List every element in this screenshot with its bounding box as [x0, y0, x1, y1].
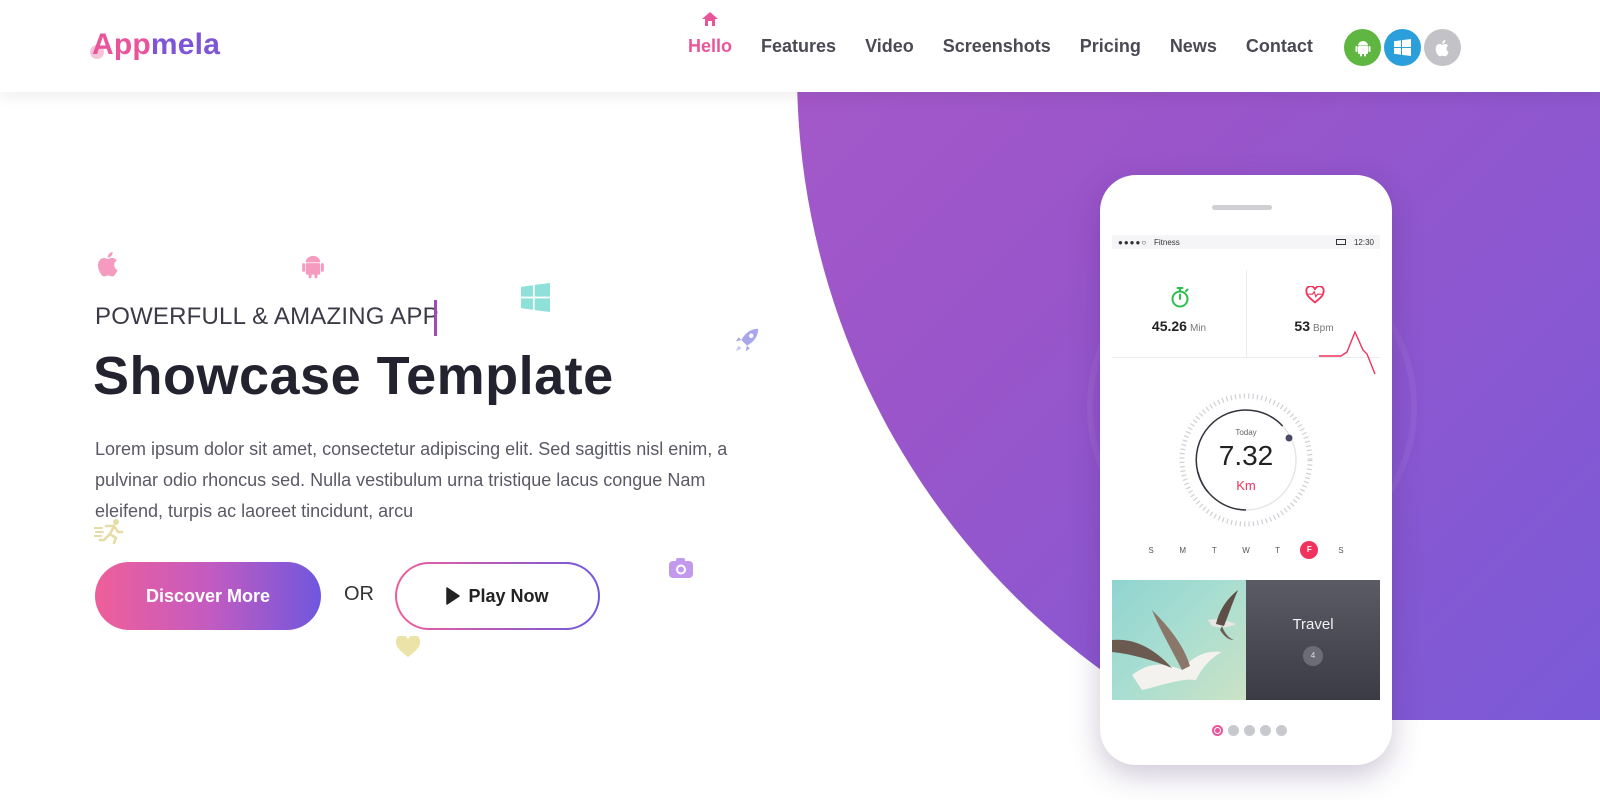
- weekday[interactable]: S: [1142, 546, 1160, 555]
- nav-item-screenshots[interactable]: Screenshots: [943, 36, 1051, 57]
- travel-tile-label: Travel: [1292, 616, 1334, 633]
- nav-item-label: News: [1169, 36, 1217, 56]
- main-nav: Hello Features Video Screenshots Pricing…: [688, 12, 1342, 57]
- signal-dots: ●●●●○: [1118, 238, 1148, 247]
- weekday[interactable]: M: [1174, 546, 1192, 555]
- weekday[interactable]: S: [1332, 546, 1350, 555]
- nav-item-features[interactable]: Features: [761, 36, 836, 57]
- floating-apple-icon: [97, 252, 118, 277]
- hero-eyebrow: POWERFULL & AMAZING APP: [95, 303, 439, 330]
- floating-camera-icon: [669, 558, 693, 578]
- android-icon: [1355, 40, 1370, 56]
- nav-item-label: Contact: [1245, 36, 1313, 56]
- fitness-stats: 45.26 Min 53 Bpm: [1112, 270, 1380, 375]
- brand-name-part2: mela: [150, 28, 221, 61]
- dial-unit: Km: [1236, 478, 1256, 493]
- nav-item-label: Features: [761, 36, 837, 56]
- floating-runner-icon: [94, 519, 124, 544]
- android-store-button[interactable]: [1344, 29, 1381, 66]
- stat-heart-rate: 53 Bpm: [1246, 270, 1380, 375]
- seagull-illustration: [1112, 590, 1238, 690]
- weekday-selected[interactable]: F: [1300, 541, 1319, 559]
- battery-icon: [1336, 239, 1346, 245]
- pager-dot[interactable]: [1260, 725, 1271, 736]
- floating-rocket-icon: [735, 328, 759, 352]
- dial-value: 7.32: [1218, 440, 1274, 471]
- stat-duration-number: 45.26: [1151, 318, 1187, 334]
- nav-item-label: Screenshots: [942, 36, 1051, 56]
- brand-logo[interactable]: Appmela: [90, 28, 221, 62]
- home-icon: [702, 12, 718, 26]
- logo-dot: [90, 45, 104, 59]
- typing-cursor: [434, 300, 437, 336]
- pager-dot[interactable]: [1228, 725, 1239, 736]
- heart-icon: [1305, 286, 1325, 304]
- status-app-name: Fitness: [1154, 238, 1180, 247]
- hero-description: Lorem ipsum dolor sit amet, consectetur …: [95, 439, 728, 521]
- nav-item-video[interactable]: Video: [865, 36, 914, 57]
- play-now-label: Play Now: [468, 585, 549, 606]
- seagull-photo: [1112, 580, 1246, 700]
- weekday[interactable]: W: [1237, 546, 1255, 555]
- floating-android-icon: [302, 255, 324, 279]
- discover-more-button[interactable]: Discover More: [95, 562, 321, 630]
- weekday[interactable]: T: [1269, 546, 1287, 555]
- weekday-selector: S M T W T F S: [1142, 541, 1350, 559]
- status-time: 12:30: [1353, 238, 1374, 247]
- play-now-button[interactable]: Play Now: [395, 562, 600, 630]
- hero-title: Showcase Template: [93, 346, 614, 406]
- nav-item-hello[interactable]: Hello: [688, 12, 733, 57]
- windows-store-button[interactable]: [1384, 29, 1421, 66]
- site-header: Appmela Hello Features Video Screenshots…: [0, 0, 1600, 92]
- nav-item-contact[interactable]: Contact: [1246, 36, 1313, 57]
- stat-heart-rate-number: 53: [1294, 318, 1310, 334]
- apple-store-button[interactable]: [1424, 29, 1461, 66]
- or-separator: OR: [344, 583, 374, 605]
- distance-dial: Today 7.32 Km: [1176, 390, 1316, 530]
- pager-dot-active[interactable]: [1212, 725, 1223, 736]
- floating-heart-icon: [396, 636, 420, 657]
- dial-label: Today: [1235, 428, 1257, 437]
- photo-tiles: Travel 4: [1112, 580, 1380, 700]
- stopwatch-icon: [1171, 287, 1189, 308]
- phone-screen: ●●●●○ Fitness 12:30 45.26 Min 53 Bpm Tod…: [1112, 235, 1380, 725]
- travel-tile-count: 4: [1303, 646, 1323, 666]
- stat-duration-unit: Min: [1189, 323, 1207, 334]
- apple-icon: [1435, 39, 1449, 56]
- pager-dot[interactable]: [1276, 725, 1287, 736]
- nav-item-news[interactable]: News: [1170, 36, 1217, 57]
- travel-tile[interactable]: Travel 4: [1246, 580, 1380, 700]
- stat-duration-value: 45.26 Min: [1112, 318, 1246, 334]
- pager-dot[interactable]: [1244, 725, 1255, 736]
- play-icon: [446, 587, 461, 605]
- phone-speaker: [1212, 205, 1272, 210]
- windows-icon: [1394, 39, 1411, 56]
- carousel-pager: [1212, 725, 1287, 736]
- phone-status-bar: ●●●●○ Fitness 12:30: [1112, 235, 1380, 249]
- nav-item-label: Pricing: [1079, 36, 1141, 56]
- discover-more-label: Discover More: [145, 585, 271, 606]
- heartbeat-line: [1319, 330, 1376, 375]
- floating-windows-icon: [521, 283, 550, 312]
- nav-item-label: Video: [865, 36, 914, 56]
- nav-item-pricing[interactable]: Pricing: [1080, 36, 1141, 57]
- phone-mockup: ●●●●○ Fitness 12:30 45.26 Min 53 Bpm Tod…: [1100, 175, 1392, 765]
- stat-duration: 45.26 Min: [1112, 270, 1246, 358]
- nav-item-label: Hello: [688, 36, 733, 56]
- weekday[interactable]: T: [1205, 546, 1223, 555]
